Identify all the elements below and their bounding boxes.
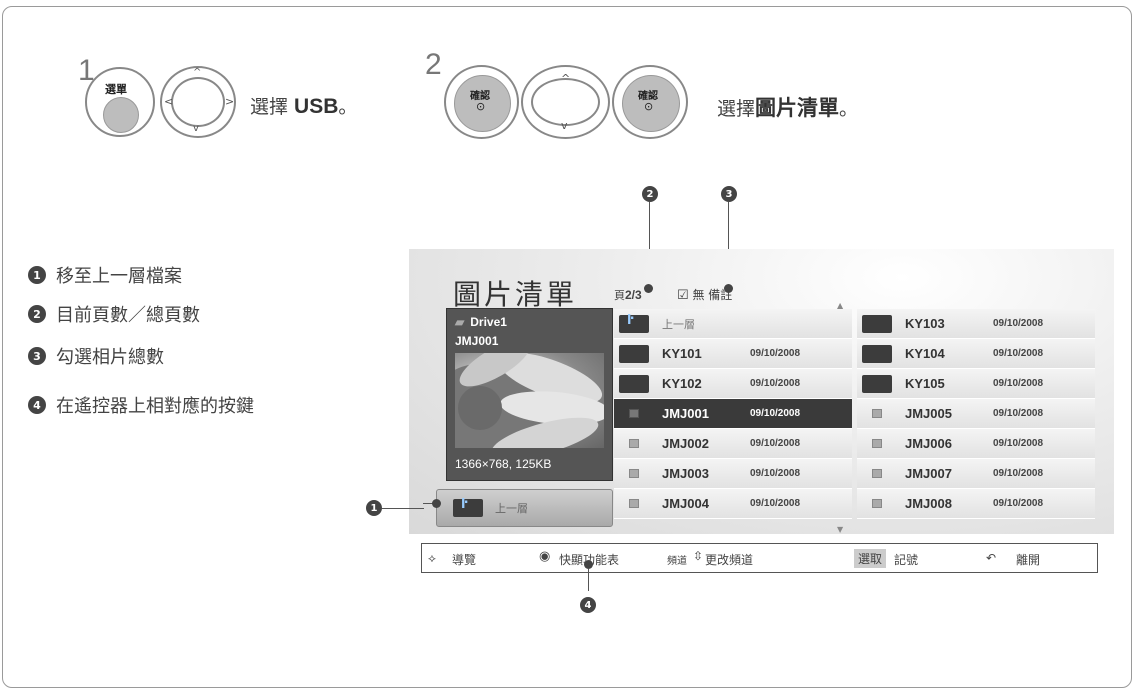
list-item[interactable]: JMJ007 09/10/2008 (857, 459, 1095, 489)
ok-dot-icon: ⊙ (476, 100, 486, 113)
exit-key-label: 離開 (1016, 553, 1041, 567)
callout-2: 2 (642, 186, 658, 202)
photo-file-icon (872, 409, 882, 418)
callout-1: 1 (366, 500, 382, 516)
up-folder-label: 上一層 (495, 502, 528, 515)
list-item-selected[interactable]: JMJ001 09/10/2008 (614, 399, 852, 429)
photo-file-icon (629, 439, 639, 448)
page-callout-dot (644, 284, 653, 293)
photo-file-icon (872, 499, 882, 508)
up-folder-button[interactable]: ŀ 上一層 (436, 489, 613, 527)
chevron-down-icon: v (193, 123, 199, 134)
ok-dot-icon: ◉ (539, 549, 551, 564)
up-down-button[interactable]: ^ v (521, 65, 610, 139)
chevron-down-icon: v (561, 119, 568, 132)
step-2-number: 2 (425, 48, 442, 81)
file-list: ŀ 上一層 KY101 09/10/2008 KY102 09/10/2008 JM… (614, 309, 1098, 525)
list-item[interactable]: JMJ008 09/10/2008 (857, 489, 1095, 519)
change-channel-label: 更改頻道 (705, 553, 754, 567)
up-folder-icon: ŀ (453, 497, 483, 517)
folder-icon (862, 314, 892, 333)
preview-filename: JMJ001 (455, 334, 499, 348)
list-item[interactable]: JMJ002 09/10/2008 (614, 429, 852, 459)
back-icon: ↶ (986, 551, 997, 565)
chevron-right-icon: > (225, 95, 235, 108)
menu-button[interactable]: 選單 (85, 67, 155, 137)
list-item[interactable]: KY102 09/10/2008 (614, 369, 852, 399)
mark-key-label: 記號 (894, 553, 919, 567)
nav-dpad[interactable]: ^ v < > (160, 66, 236, 138)
select-key-badge: 選取 (854, 549, 887, 568)
chevron-left-icon: < (164, 95, 174, 108)
list-item[interactable]: KY105 09/10/2008 (857, 369, 1095, 399)
up-folder-icon: ŀ (619, 313, 649, 333)
ok-dot-icon: ⊙ (644, 100, 654, 113)
ok-button-2[interactable]: 確認 ⊙ (612, 65, 688, 139)
chevron-up-icon: ^ (193, 67, 202, 78)
nav-key-label: 導覽 (452, 553, 477, 567)
list-item-up[interactable]: ŀ 上一層 (614, 309, 852, 339)
folder-icon (619, 344, 649, 363)
scroll-down-icon[interactable]: ▼ (837, 525, 843, 534)
dpad-icon: ⟡ (428, 551, 436, 565)
folder-icon (619, 374, 649, 393)
page-title: 圖片清單 (453, 278, 578, 311)
preview-resolution: 1366×768, 125KB (455, 457, 552, 471)
list-item[interactable]: KY104 09/10/2008 (857, 339, 1095, 369)
photo-file-icon (629, 409, 639, 418)
photo-list-screen: 圖片清單 頁2/3 ☑ 無 備註 ▲ ▰ Drive1 JMJ001 1366×7… (409, 249, 1114, 534)
list-item[interactable]: JMJ005 09/10/2008 (857, 399, 1095, 429)
photo-file-icon (872, 439, 882, 448)
photo-preview: ▰ Drive1 JMJ001 1366×768, 125KB (446, 308, 613, 481)
step-2-text: 選擇圖片清單。 (717, 95, 859, 120)
photo-file-icon (872, 469, 882, 478)
photo-file-icon (629, 469, 639, 478)
list-item[interactable]: JMJ004 09/10/2008 (614, 489, 852, 519)
drive-label: ▰ Drive1 (455, 315, 507, 329)
list-item[interactable]: JMJ003 09/10/2008 (614, 459, 852, 489)
menu-button-label: 選單 (105, 83, 127, 96)
legend-item-4: 4 在遙控器上相對應的按鍵 (28, 392, 254, 418)
mark-callout-dot (724, 284, 733, 293)
legend-item-3: 3 勾選相片總數 (28, 343, 164, 369)
chevron-up-icon: ^ (561, 72, 571, 85)
folder-icon (862, 344, 892, 363)
step-1-text: 選擇 USB。 (250, 95, 358, 118)
callout-4: 4 (580, 597, 596, 613)
channel-key-label: 頻道 (667, 556, 687, 567)
list-item[interactable]: KY101 09/10/2008 (614, 339, 852, 369)
callout-3: 3 (721, 186, 737, 202)
drive-icon: ▰ (455, 315, 465, 329)
list-item[interactable]: KY103 09/10/2008 (857, 309, 1095, 339)
up-down-icon: ⇳ (693, 549, 704, 563)
folder-icon (862, 374, 892, 393)
list-item[interactable]: JMJ006 09/10/2008 (857, 429, 1095, 459)
ok-button-1[interactable]: 確認 ⊙ (444, 65, 519, 139)
legend-item-2: 2 目前頁數／總頁數 (28, 301, 200, 327)
page-counter: 頁2/3 (614, 288, 642, 302)
photo-file-icon (629, 499, 639, 508)
preview-image (455, 353, 604, 448)
legend-item-1: 1 移至上一層檔案 (28, 262, 182, 288)
remote-key-bar: ⟡ 導覽 ◉ 快顯功能表 頻道 ⇳ 更改頻道 選取 記號 ↶ 離開 (421, 543, 1098, 573)
